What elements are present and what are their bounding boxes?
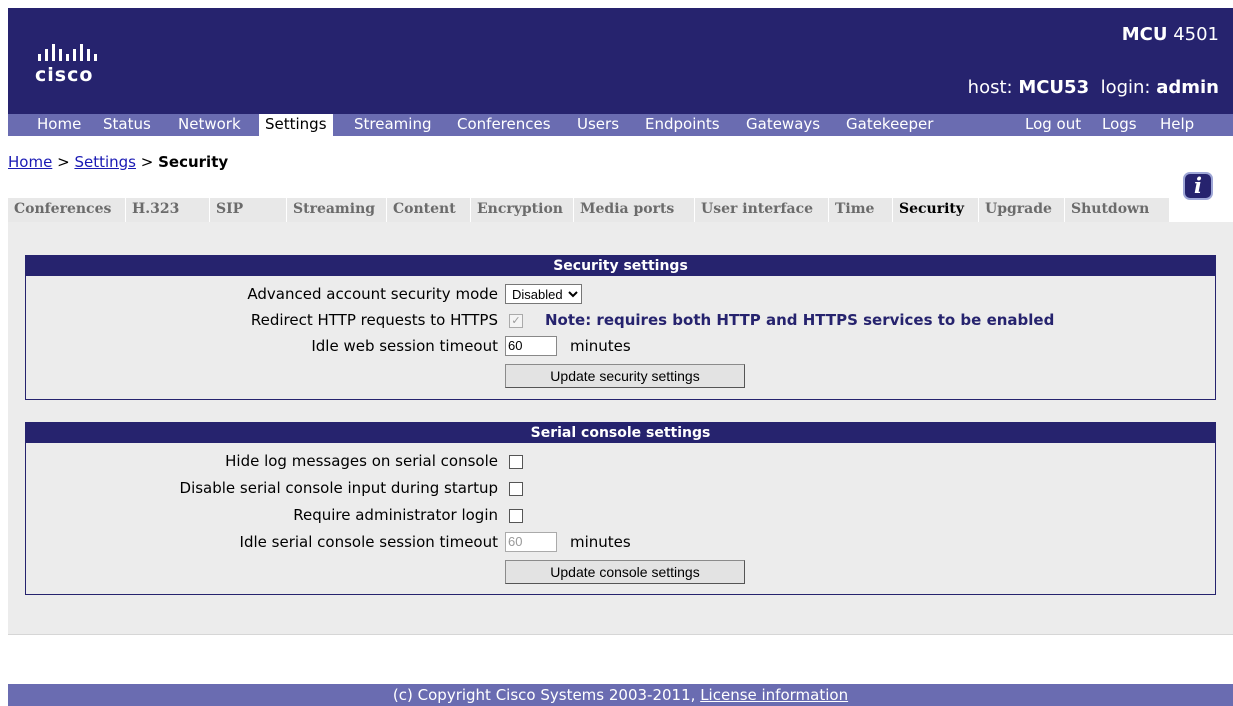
tab-security[interactable]: Security (893, 198, 979, 222)
nav-logs[interactable]: Logs (1096, 114, 1143, 136)
idle-console-timeout-input[interactable]: 60 (505, 532, 557, 552)
tab-sip[interactable]: SIP (210, 198, 287, 222)
cisco-wordmark: cisco (35, 64, 94, 86)
advanced-security-row: Advanced account security mode Disabled (26, 282, 1215, 306)
nav-endpoints[interactable]: Endpoints (639, 114, 726, 136)
nav-streaming[interactable]: Streaming (348, 114, 437, 136)
nav-gatekeeper[interactable]: Gatekeeper (840, 114, 939, 136)
tab-streaming[interactable]: Streaming (287, 198, 387, 222)
model-name: MCU (1121, 24, 1168, 45)
breadcrumb-separator: > (57, 153, 70, 171)
license-link[interactable]: License information (700, 686, 848, 704)
idle-web-timeout-unit: minutes (570, 337, 631, 355)
breadcrumb: Home > Settings > Security (8, 153, 228, 171)
tab-content[interactable]: Content (387, 198, 471, 222)
tab-shutdown[interactable]: Shutdown (1065, 198, 1170, 222)
tab-user-interface[interactable]: User interface (695, 198, 829, 222)
section-title: Serial console settings (26, 423, 1215, 443)
tab-conferences[interactable]: Conferences (8, 198, 126, 222)
nav-network[interactable]: Network (172, 114, 247, 136)
breadcrumb-home[interactable]: Home (8, 153, 52, 171)
security-settings-section: Security settings Advanced account secur… (25, 255, 1216, 400)
hide-log-label: Hide log messages on serial console (225, 452, 498, 470)
hide-log-checkbox[interactable] (509, 455, 523, 469)
update-security-row: Update security settings (26, 364, 1215, 388)
nav-conferences[interactable]: Conferences (451, 114, 557, 136)
content-panel: Security settings Advanced account secur… (8, 222, 1233, 635)
advanced-security-label: Advanced account security mode (247, 285, 498, 303)
host-value: MCU53 (1018, 77, 1090, 98)
copyright-text: (c) Copyright Cisco Systems 2003-2011, (392, 686, 696, 704)
cisco-bars-icon (38, 44, 97, 61)
breadcrumb-separator: > (140, 153, 154, 171)
app-header: cisco MCU 4501 host: MCU53 login: admin (8, 8, 1233, 114)
section-title: Security settings (26, 256, 1215, 276)
main-nav: Home Status Network Settings Streaming C… (8, 114, 1233, 136)
require-login-label: Require administrator login (293, 506, 498, 524)
host-login-info: host: MCU53 login: admin (968, 77, 1219, 98)
advanced-security-select[interactable]: Disabled (505, 284, 582, 304)
idle-console-timeout-label: Idle serial console session timeout (239, 533, 498, 551)
require-login-checkbox[interactable] (509, 509, 523, 523)
idle-web-timeout-label: Idle web session timeout (311, 337, 498, 355)
login-value: admin (1156, 77, 1219, 98)
hide-log-row: Hide log messages on serial console (26, 449, 1215, 473)
idle-web-timeout-row: Idle web session timeout 60 minutes (26, 334, 1215, 358)
breadcrumb-current: Security (158, 153, 229, 171)
tab-upgrade[interactable]: Upgrade (979, 198, 1065, 222)
nav-gateways[interactable]: Gateways (740, 114, 826, 136)
nav-users[interactable]: Users (571, 114, 625, 136)
login-label: login: (1100, 77, 1151, 98)
update-console-row: Update console settings (26, 560, 1215, 584)
redirect-https-label: Redirect HTTP requests to HTTPS (250, 311, 498, 329)
tab-encryption[interactable]: Encryption (471, 198, 574, 222)
breadcrumb-settings[interactable]: Settings (74, 153, 136, 171)
disable-input-checkbox[interactable] (509, 482, 523, 496)
tab-media-ports[interactable]: Media ports (574, 198, 695, 222)
disable-input-row: Disable serial console input during star… (26, 476, 1215, 500)
idle-web-timeout-input[interactable]: 60 (505, 336, 557, 356)
nav-home[interactable]: Home (31, 114, 87, 136)
nav-status[interactable]: Status (97, 114, 157, 136)
redirect-https-checkbox[interactable]: ✓ (509, 314, 523, 328)
update-security-button[interactable]: Update security settings (505, 364, 745, 388)
tab-h323[interactable]: H.323 (126, 198, 210, 222)
redirect-note: Note: requires both HTTP and HTTPS servi… (545, 311, 1055, 329)
idle-console-timeout-row: Idle serial console session timeout 60 m… (26, 530, 1215, 554)
nav-logout[interactable]: Log out (1019, 114, 1087, 136)
model-number: 4501 (1173, 24, 1219, 45)
serial-console-section: Serial console settings Hide log message… (25, 422, 1216, 595)
tab-time[interactable]: Time (829, 198, 893, 222)
device-model: MCU 4501 (1122, 24, 1219, 45)
require-login-row: Require administrator login (26, 503, 1215, 527)
disable-input-label: Disable serial console input during star… (179, 479, 498, 497)
nav-help[interactable]: Help (1154, 114, 1200, 136)
idle-console-timeout-unit: minutes (570, 533, 631, 551)
cisco-logo: cisco (35, 42, 135, 94)
update-console-button[interactable]: Update console settings (505, 560, 745, 584)
host-label: host: (967, 77, 1013, 98)
nav-settings[interactable]: Settings (259, 114, 333, 136)
redirect-https-row: Redirect HTTP requests to HTTPS ✓ Note: … (26, 308, 1215, 332)
footer: (c) Copyright Cisco Systems 2003-2011, L… (8, 684, 1233, 706)
info-icon[interactable]: i (1183, 172, 1213, 200)
